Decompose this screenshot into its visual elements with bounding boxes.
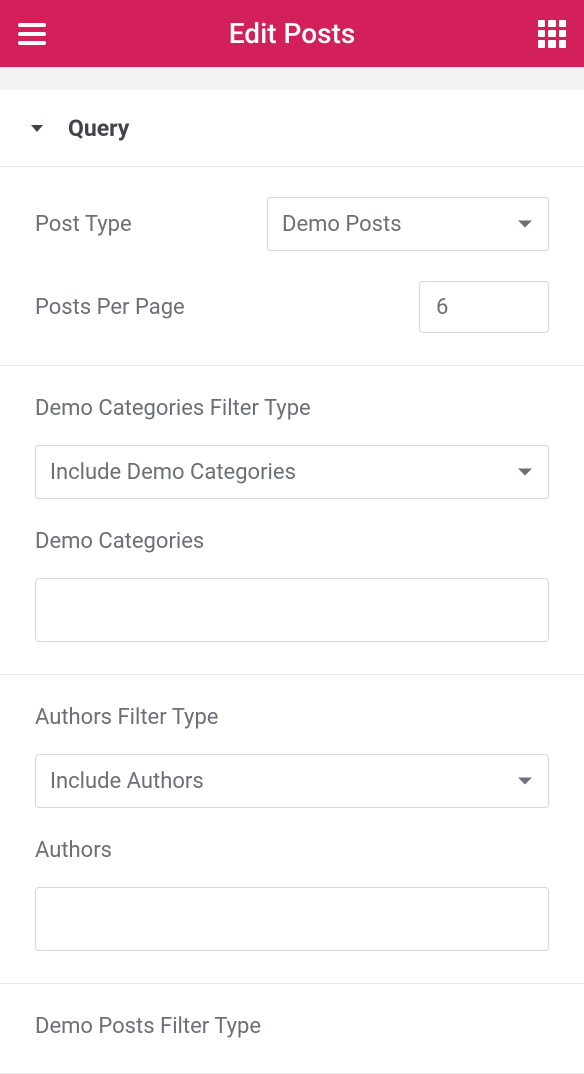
label-post-type: Post Type xyxy=(35,212,132,237)
select-authors-filter-value: Include Authors xyxy=(35,754,549,808)
app-header: Edit Posts xyxy=(0,0,584,67)
panel-content: Post Type Demo Posts Posts Per Page Demo… xyxy=(0,167,584,1074)
multiselect-authors[interactable] xyxy=(35,887,549,951)
label-posts-per-page: Posts Per Page xyxy=(35,295,185,320)
panel-header-query[interactable]: Query xyxy=(0,90,584,167)
section-authors: Authors Filter Type Include Authors Auth… xyxy=(0,675,584,984)
section-demo-posts: Demo Posts Filter Type xyxy=(0,984,584,1074)
multiselect-demo-categories[interactable] xyxy=(35,578,549,642)
label-demo-categories: Demo Categories xyxy=(35,529,549,554)
label-demo-cat-filter-type: Demo Categories Filter Type xyxy=(35,396,549,421)
select-authors-filter-type[interactable]: Include Authors xyxy=(35,754,549,808)
label-demo-posts-filter-type: Demo Posts Filter Type xyxy=(35,1014,549,1039)
header-title: Edit Posts xyxy=(229,17,355,50)
select-demo-cat-filter-type[interactable]: Include Demo Categories xyxy=(35,445,549,499)
apps-grid-icon[interactable] xyxy=(538,20,566,48)
group-authors-filter-type: Authors Filter Type Include Authors xyxy=(35,705,549,808)
panel-title: Query xyxy=(68,115,129,142)
group-authors: Authors xyxy=(35,838,549,951)
section-general: Post Type Demo Posts Posts Per Page xyxy=(0,167,584,366)
input-posts-per-page[interactable] xyxy=(419,281,549,333)
caret-down-icon xyxy=(30,119,44,138)
label-authors-filter-type: Authors Filter Type xyxy=(35,705,549,730)
section-demo-categories: Demo Categories Filter Type Include Demo… xyxy=(0,366,584,675)
group-demo-categories: Demo Categories xyxy=(35,529,549,642)
select-post-type[interactable]: Demo Posts xyxy=(267,197,549,251)
header-spacer xyxy=(0,67,584,90)
select-post-type-value: Demo Posts xyxy=(267,197,549,251)
menu-icon[interactable] xyxy=(18,23,46,45)
select-demo-cat-filter-value: Include Demo Categories xyxy=(35,445,549,499)
group-demo-categories-filter-type: Demo Categories Filter Type Include Demo… xyxy=(35,396,549,499)
row-posts-per-page: Posts Per Page xyxy=(35,281,549,333)
label-authors: Authors xyxy=(35,838,549,863)
row-post-type: Post Type Demo Posts xyxy=(35,197,549,251)
